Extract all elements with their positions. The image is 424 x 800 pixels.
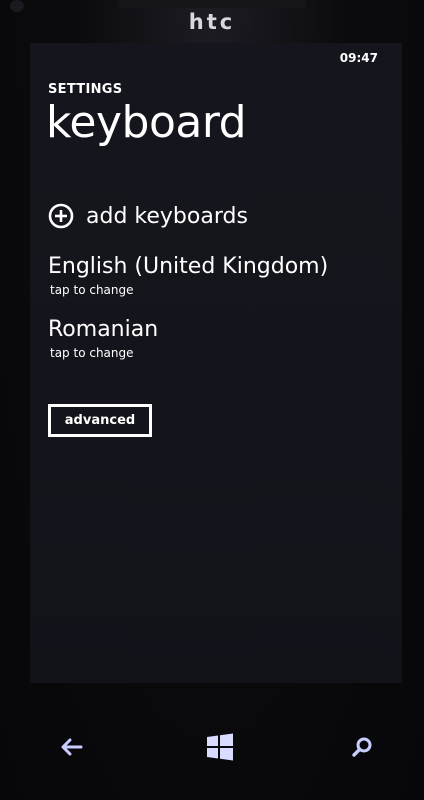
screen: 09:47 SETTINGS keyboard add keyboards En… [30, 43, 402, 683]
search-button[interactable] [342, 730, 382, 764]
keyboard-hint: tap to change [50, 346, 134, 360]
keyboard-hint: tap to change [50, 283, 134, 297]
back-button[interactable] [52, 730, 92, 764]
section-label: SETTINGS [48, 82, 123, 97]
plus-circle-icon [48, 203, 74, 229]
keyboard-name: English (United Kingdom) [48, 254, 329, 279]
windows-logo-icon [207, 733, 233, 761]
keyboard-item-romanian[interactable]: Romanian tap to change [48, 317, 158, 360]
status-clock: 09:47 [339, 51, 378, 65]
add-keyboards-label: add keyboards [86, 203, 248, 229]
search-icon [352, 737, 372, 757]
keyboard-item-english[interactable]: English (United Kingdom) tap to change [48, 254, 328, 297]
advanced-button[interactable]: advanced [48, 404, 152, 437]
brand-logo: htc [188, 10, 236, 34]
earpiece-speaker [118, 0, 306, 8]
add-keyboards-button[interactable]: add keyboards [48, 201, 248, 231]
page-title: keyboard [46, 97, 247, 148]
back-arrow-icon [61, 738, 83, 756]
keyboard-name: Romanian [48, 317, 159, 342]
phone-frame: htc 09:47 SETTINGS keyboard add keyboard… [0, 0, 424, 800]
front-camera [10, 0, 24, 12]
hardware-nav-bar [0, 700, 424, 800]
start-button[interactable] [200, 730, 240, 764]
